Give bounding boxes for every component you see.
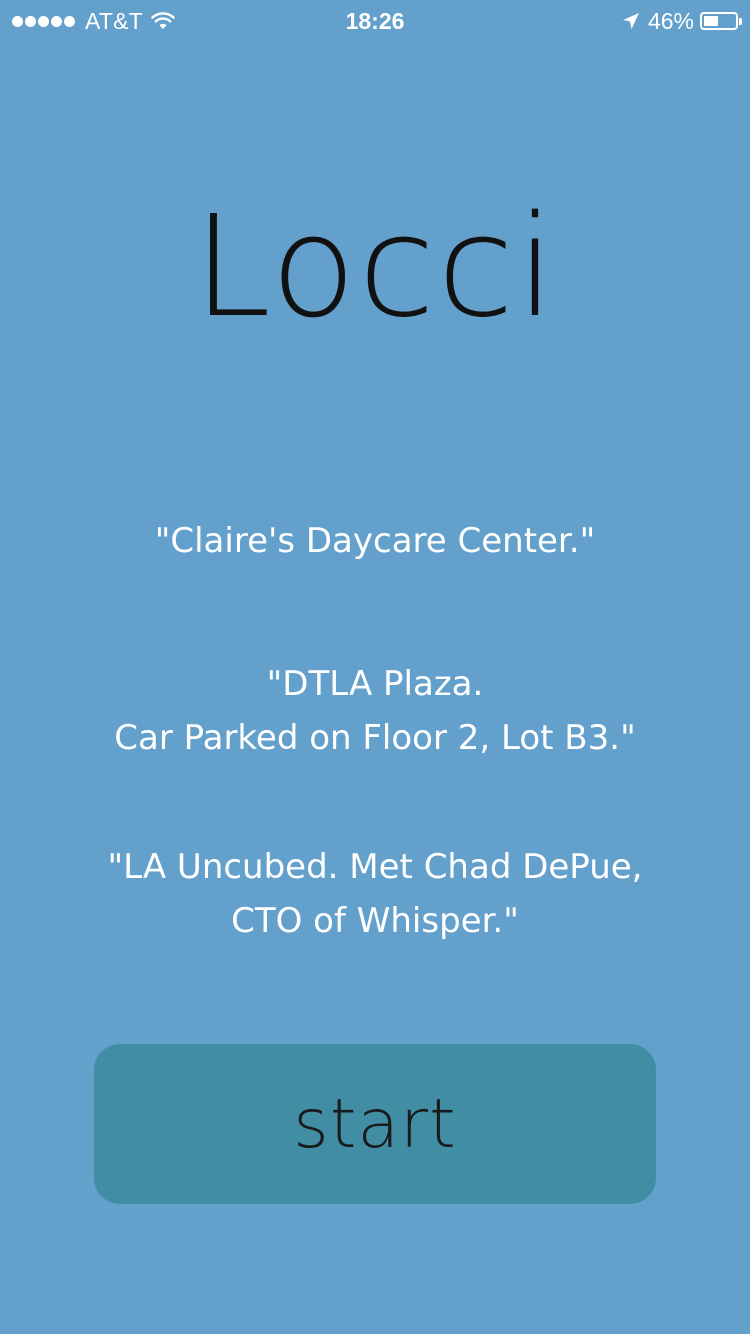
start-button[interactable]: start — [94, 1044, 656, 1204]
quote-dtla-plaza: "DTLA Plaza. Car Parked on Floor 2, Lot … — [114, 664, 636, 758]
app-title: Locci — [192, 186, 558, 349]
battery-fill — [704, 16, 718, 26]
status-right: 46% — [622, 7, 742, 34]
start-button-label: start — [293, 1084, 457, 1164]
location-arrow-icon — [622, 13, 639, 29]
status-bar: AT&T 18:26 46% — [0, 0, 750, 42]
quote-la-uncubed: "LA Uncubed. Met Chad DePue, CTO of Whis… — [107, 847, 643, 941]
quote-claires-daycare: "Claire's Daycare Center." — [154, 521, 596, 561]
battery-percent: 46% — [647, 7, 694, 34]
battery-tip — [739, 18, 742, 25]
battery-icon — [700, 12, 742, 30]
